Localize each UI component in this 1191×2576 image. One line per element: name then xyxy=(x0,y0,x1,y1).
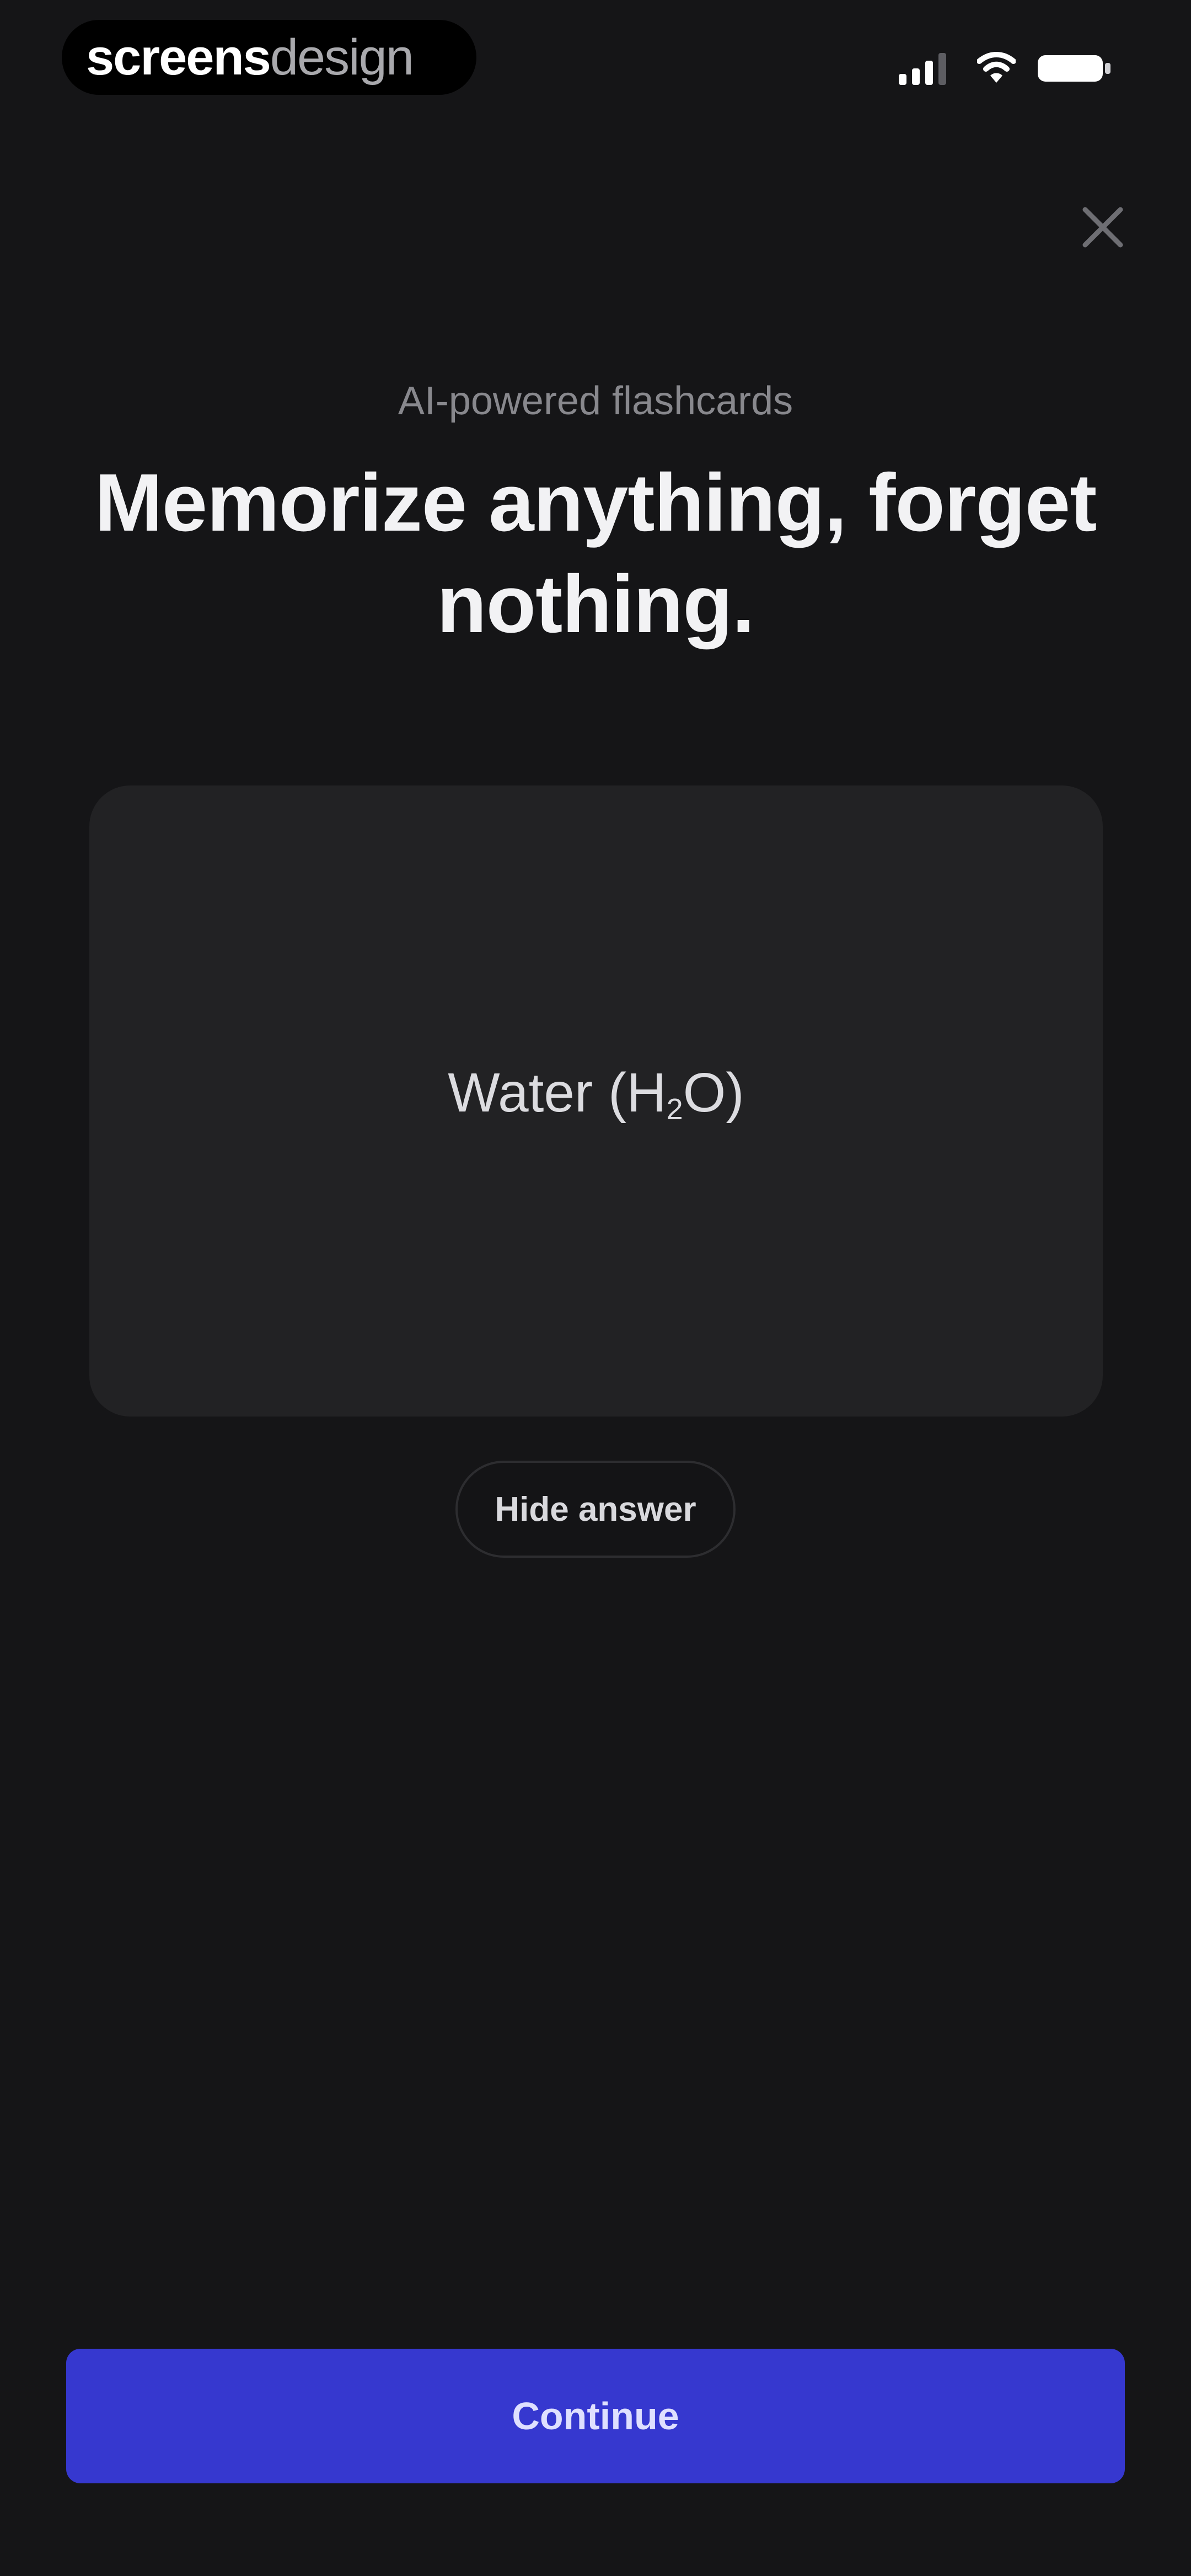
close-button[interactable] xyxy=(1070,194,1136,260)
page-title: Memorize anything, forget nothing. xyxy=(94,457,1097,650)
flashcard[interactable]: Water (H2O) xyxy=(89,785,1103,1417)
hide-answer-button[interactable]: Hide answer xyxy=(455,1461,736,1558)
flashcard-answer-main: Water (H xyxy=(448,1062,667,1124)
flashcard-answer-tail: O) xyxy=(683,1062,744,1124)
flashcard-answer-subscript: 2 xyxy=(666,1093,683,1126)
signal-icon xyxy=(899,53,946,85)
brand-logo-secondary: design xyxy=(270,29,414,85)
status-bar: screens design xyxy=(0,0,1191,110)
close-icon xyxy=(1082,207,1123,248)
brand-logo-primary: screens xyxy=(86,29,271,85)
flashcard-answer: Water (H2O) xyxy=(448,1060,744,1142)
eyebrow-text: AI-powered flashcards xyxy=(398,379,793,423)
continue-button[interactable]: Continue xyxy=(66,2349,1125,2483)
wifi-icon xyxy=(977,52,1016,83)
battery-icon xyxy=(1038,55,1110,82)
brand-logo: screens design xyxy=(62,20,476,95)
